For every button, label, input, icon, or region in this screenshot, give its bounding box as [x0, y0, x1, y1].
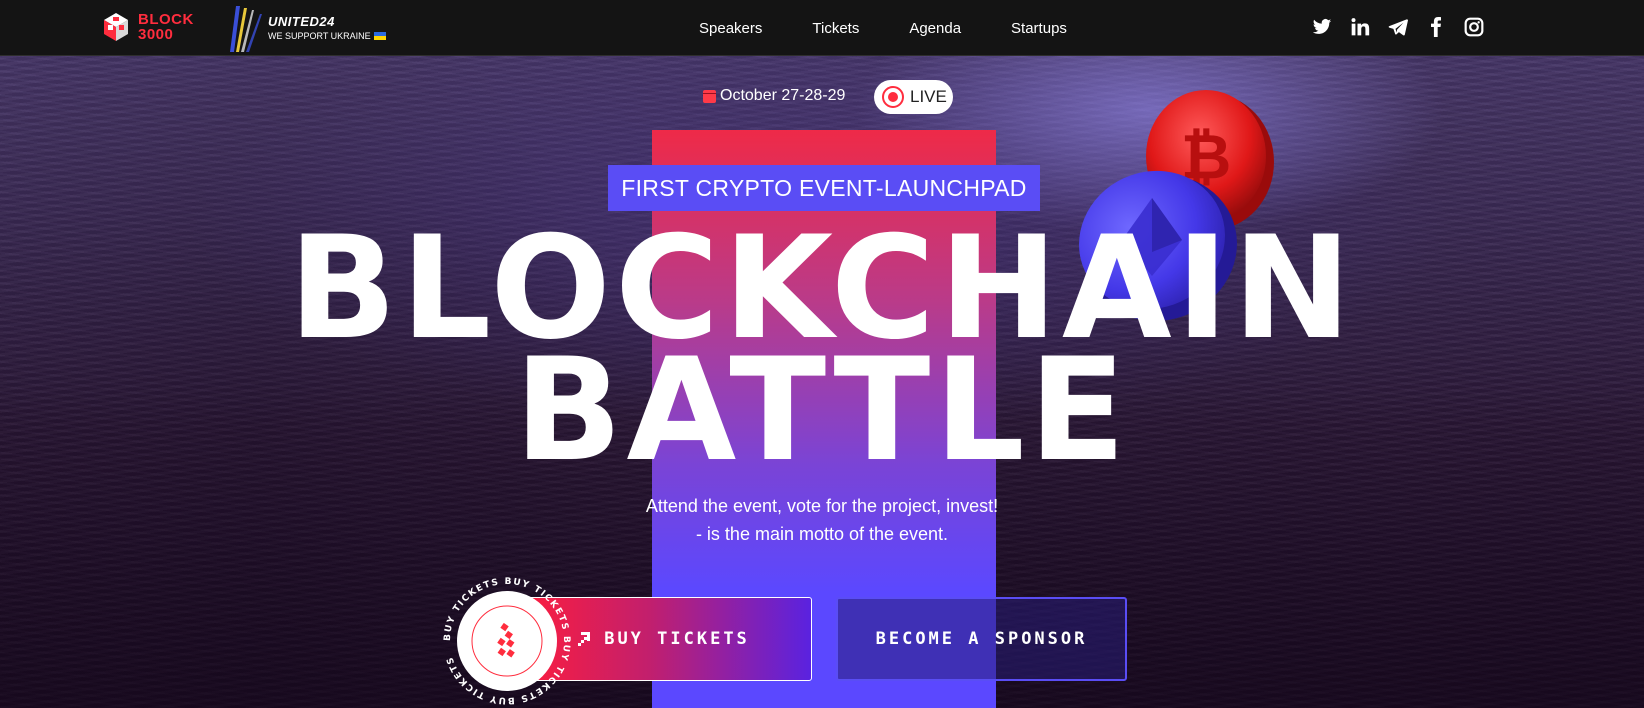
ukraine-flag-icon: [373, 32, 386, 40]
twitter-icon[interactable]: [1312, 17, 1332, 37]
motto-line1: Attend the event, vote for the project, …: [645, 496, 999, 516]
united24-subtitle-text: WE SUPPORT UKRAINE: [268, 31, 371, 41]
become-sponsor-label: BECOME A SPONSOR: [875, 629, 1088, 649]
block3000-logo[interactable]: BLOCK 3000: [102, 12, 194, 42]
nav-agenda[interactable]: Agenda: [909, 20, 961, 37]
logo-line1: BLOCK: [138, 11, 194, 28]
nav-startups[interactable]: Startups: [1011, 20, 1067, 37]
linkedin-icon[interactable]: [1350, 17, 1370, 37]
logo-text: BLOCK 3000: [138, 12, 194, 42]
event-date-text: October 27-28-29: [720, 87, 846, 104]
live-label: LIVE: [910, 87, 947, 106]
event-tagline-badge: FIRST CRYPTO EVENT-LAUNCHPAD: [608, 165, 1040, 211]
telegram-icon[interactable]: [1388, 17, 1408, 37]
hero-title-line2: BATTLE: [514, 328, 1130, 493]
live-badge[interactable]: LIVE: [874, 80, 953, 114]
buy-tickets-seal[interactable]: BUY TICKETS BUY TICKETS BUY TICKETS BUY …: [442, 576, 572, 706]
united24-subtitle: WE SUPPORT UKRAINE: [268, 31, 386, 41]
united24-banner[interactable]: UNITED24 WE SUPPORT UKRAINE: [226, 6, 396, 52]
main-nav: Speakers Tickets Agenda Startups: [699, 0, 1117, 56]
united24-title: UNITED24: [268, 14, 335, 29]
event-date: October 27-28-29: [703, 87, 845, 105]
site-header: BLOCK 3000 UNITED24 WE SUPPORT UKRAINE S…: [0, 0, 1644, 56]
motto-line2: - is the main motto of the event.: [695, 524, 949, 544]
united24-stripes-icon: [230, 6, 262, 52]
arrow-up-right-icon: [578, 632, 591, 646]
instagram-icon[interactable]: [1464, 17, 1484, 37]
cube-logo-icon: [104, 13, 128, 41]
become-sponsor-button[interactable]: BECOME A SPONSOR: [836, 597, 1127, 681]
buy-tickets-label: BUY TICKETS: [604, 629, 750, 649]
social-links: [1312, 17, 1484, 37]
live-record-icon: [882, 86, 904, 108]
calendar-icon: [703, 89, 716, 103]
nav-speakers[interactable]: Speakers: [699, 20, 762, 37]
nav-tickets[interactable]: Tickets: [812, 20, 859, 37]
logo-line2: 3000: [138, 26, 174, 43]
facebook-icon[interactable]: [1426, 17, 1446, 37]
